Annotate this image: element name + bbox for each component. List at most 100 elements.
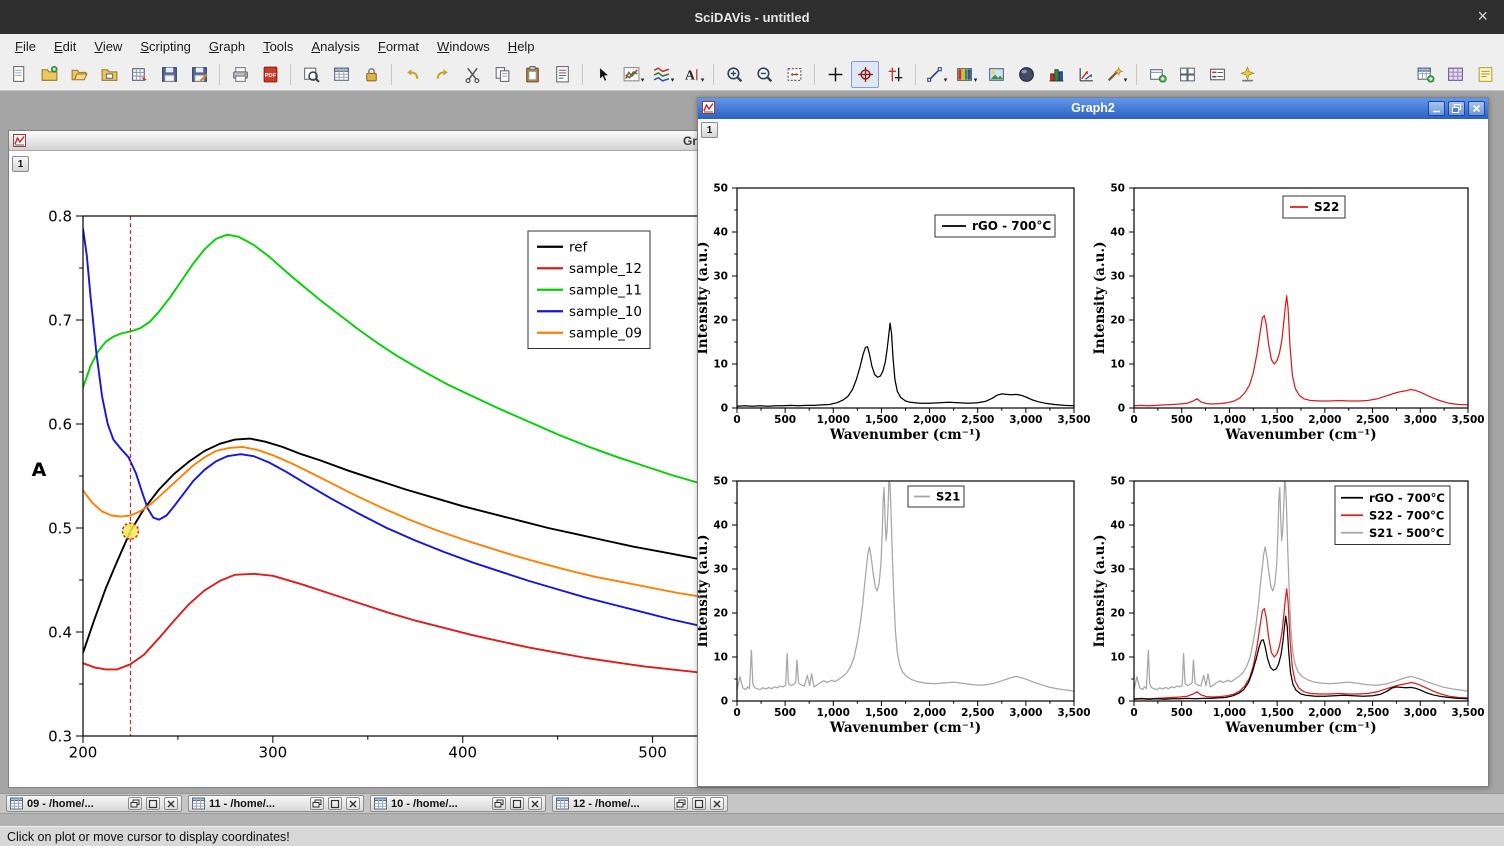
menu-view[interactable]: View: [85, 36, 131, 57]
tab-close-button[interactable]: [164, 797, 178, 810]
export-pdf-button[interactable]: PDF: [256, 61, 284, 88]
svg-text:0: 0: [733, 414, 740, 426]
menu-file[interactable]: File: [6, 36, 45, 57]
tab-restore-button[interactable]: [310, 797, 324, 810]
legend-entry: sample_11: [569, 282, 642, 298]
minimized-window-tab[interactable]: 11 - /home/...: [188, 795, 364, 812]
script-window-button[interactable]: [548, 61, 576, 88]
redo-button[interactable]: [428, 61, 456, 88]
menu-scripting[interactable]: Scripting: [131, 36, 200, 57]
cut-button[interactable]: [458, 61, 486, 88]
minimized-window-tab[interactable]: 09 - /home/...: [6, 795, 182, 812]
new-table-right-button[interactable]: [1411, 61, 1439, 88]
graph2-restore-button[interactable]: [1448, 101, 1465, 116]
graph2-window[interactable]: Graph2 1 05001,0001,5002,0002,5003,0003,…: [697, 97, 1489, 787]
graph2-content[interactable]: 1 05001,0001,5002,0002,5003,0003,5000102…: [698, 119, 1488, 786]
minimized-window-tab[interactable]: 10 - /home/...: [370, 795, 546, 812]
tab-maximize-button[interactable]: [692, 797, 706, 810]
zoom-out-button[interactable]: [750, 61, 778, 88]
select-data-range-button[interactable]: [881, 61, 909, 88]
app-close-button[interactable]: ×: [1477, 7, 1488, 25]
svg-text:1,000: 1,000: [817, 707, 850, 719]
series-s21: [737, 481, 1074, 691]
import-ascii-button[interactable]: [125, 61, 153, 88]
menu-edit[interactable]: Edit: [45, 36, 85, 57]
arrange-layers-button[interactable]: [1173, 61, 1201, 88]
screen-reader-button[interactable]: [821, 61, 849, 88]
new-project-button[interactable]: [5, 61, 33, 88]
graph2-minimize-button[interactable]: [1428, 101, 1445, 116]
menu-analysis[interactable]: Analysis: [302, 36, 368, 57]
zoom-in-button[interactable]: [720, 61, 748, 88]
svg-text:50: 50: [713, 476, 728, 488]
x-axis-label: Wavenumber (cm⁻¹): [1224, 427, 1376, 443]
graph2-layer-button[interactable]: 1: [701, 122, 718, 138]
legend-entry: S22: [1314, 200, 1339, 214]
copy-button[interactable]: [488, 61, 516, 88]
cursor-marker[interactable]: [122, 523, 138, 539]
menu-graph[interactable]: Graph: [200, 36, 254, 57]
toolbar-separator: [915, 64, 916, 85]
fit-wizard-button[interactable]: ▾: [1102, 61, 1130, 88]
color-map-button[interactable]: ▾: [952, 61, 980, 88]
tab-close-button[interactable]: [528, 797, 542, 810]
new-note-button[interactable]: [1471, 61, 1499, 88]
tab-close-button[interactable]: [346, 797, 360, 810]
toolbar: PDF▾▾A▾▾▾▾: [0, 58, 1504, 91]
plot-3d-button[interactable]: [1012, 61, 1040, 88]
graph2-titlebar[interactable]: Graph2: [698, 98, 1488, 119]
tab-restore-button[interactable]: [492, 797, 506, 810]
menu-format[interactable]: Format: [369, 36, 428, 57]
plot-bars-button[interactable]: [1042, 61, 1070, 88]
raman-charts[interactable]: 05001,0001,5002,0002,5003,0003,500010203…: [698, 119, 1486, 785]
legend: rGO - 700°CS22 - 700°CS21 - 500°C: [1335, 486, 1450, 545]
add-image-button[interactable]: [982, 61, 1010, 88]
tab-maximize-button[interactable]: [146, 797, 160, 810]
new-table-button[interactable]: [327, 61, 355, 88]
open-template-button[interactable]: [95, 61, 123, 88]
paste-button[interactable]: [518, 61, 546, 88]
add-text-button[interactable]: A▾: [679, 61, 707, 88]
save-template-button[interactable]: [185, 61, 213, 88]
open-project-button[interactable]: [65, 61, 93, 88]
add-layer-button[interactable]: [1143, 61, 1171, 88]
project-explorer-button[interactable]: [297, 61, 325, 88]
lock-toolbars-button[interactable]: [357, 61, 385, 88]
vector-axes-icon: [1077, 65, 1096, 84]
plot-vectors-button[interactable]: [1072, 61, 1100, 88]
plot-wizard-button[interactable]: [1233, 61, 1261, 88]
tab-maximize-button[interactable]: [510, 797, 524, 810]
graph2-close-button[interactable]: [1468, 101, 1485, 116]
plot-curve-button[interactable]: ▾: [619, 61, 647, 88]
app-titlebar[interactable]: SciDAVis - untitled ×: [0, 0, 1504, 34]
legend: S21: [908, 486, 964, 507]
tab-restore-button[interactable]: [674, 797, 688, 810]
mdi-workspace: Graph1 1 2003004005000.30.40.50.60.70.8A…: [0, 91, 1504, 793]
svg-text:1,000: 1,000: [1213, 414, 1246, 426]
double-crosshair-icon: [886, 65, 905, 84]
minimized-window-title: 10 - /home/...: [391, 798, 488, 810]
draw-line-button[interactable]: ▾: [922, 61, 950, 88]
minimized-windows-bar: 09 - /home/... 11 - /home/... 10 - /home/.…: [0, 793, 1504, 813]
tab-restore-button[interactable]: [128, 797, 142, 810]
pointer-button[interactable]: [589, 61, 617, 88]
plot-style-button[interactable]: ▾: [649, 61, 677, 88]
matrix-grid-icon: [1446, 65, 1465, 84]
save-project-button[interactable]: [155, 61, 183, 88]
new-folder-button[interactable]: [35, 61, 63, 88]
menu-help[interactable]: Help: [499, 36, 544, 57]
tab-close-button[interactable]: [710, 797, 724, 810]
minimized-window-tab[interactable]: 12 - /home/...: [552, 795, 728, 812]
menu-windows[interactable]: Windows: [428, 36, 499, 57]
new-matrix-button[interactable]: [1441, 61, 1469, 88]
graph1-layer-button[interactable]: 1: [12, 156, 29, 172]
add-legend-button[interactable]: [1203, 61, 1231, 88]
print-button[interactable]: [226, 61, 254, 88]
rescale-to-show-all-button[interactable]: [780, 61, 808, 88]
svg-text:0.6: 0.6: [48, 415, 72, 433]
undo-button[interactable]: [398, 61, 426, 88]
data-reader-button[interactable]: [851, 61, 879, 88]
folder-new-icon: [40, 65, 59, 84]
tab-maximize-button[interactable]: [328, 797, 342, 810]
menu-tools[interactable]: Tools: [254, 36, 302, 57]
